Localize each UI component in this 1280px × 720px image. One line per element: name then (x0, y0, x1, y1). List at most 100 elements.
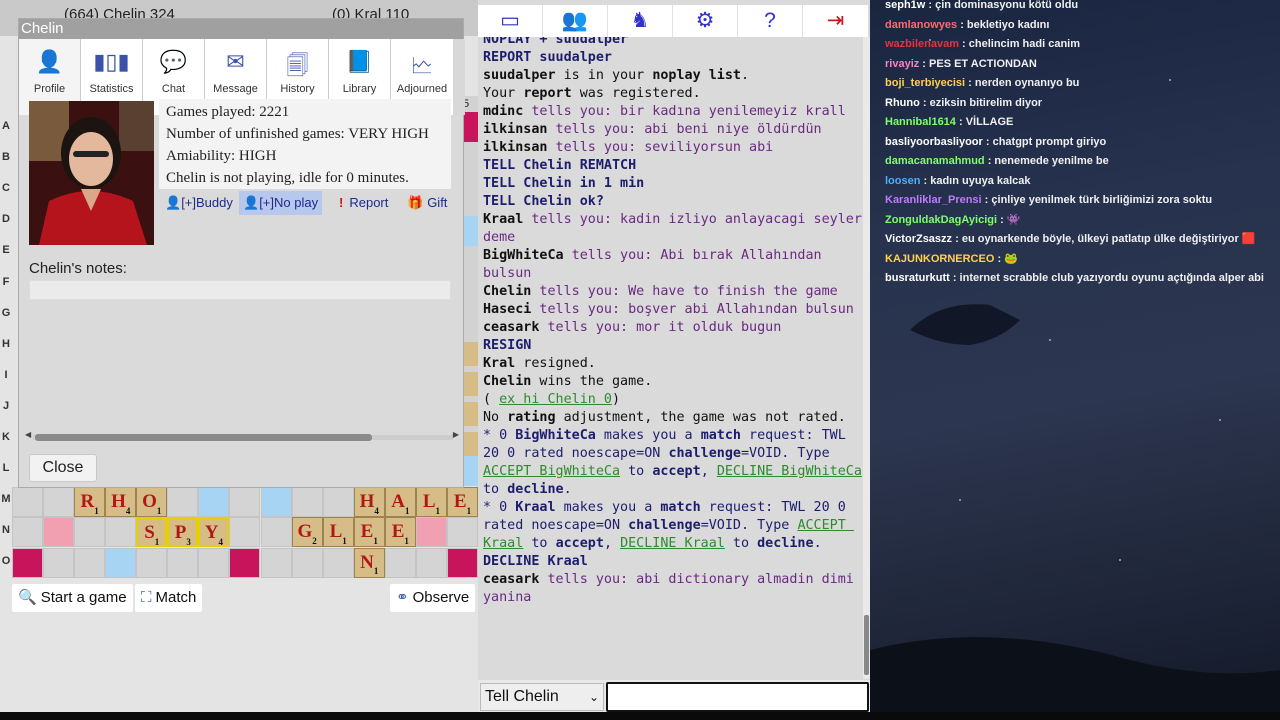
letter-tile: A1 (384, 487, 416, 517)
log-line: BigWhiteCa tells you: Abi bırak Allahınd… (483, 248, 830, 281)
board-cell[interactable] (43, 517, 75, 548)
accept-bigwhiteca-link[interactable]: ACCEPT BigWhiteCa (483, 464, 620, 479)
log-line: ilkinsan tells you: seviliyorsun abi (483, 140, 774, 155)
report-button[interactable]: ! Report (339, 191, 388, 215)
amiability: Amiability: HIGH (166, 148, 277, 164)
board-cell[interactable] (260, 517, 292, 548)
board-cell[interactable] (415, 517, 447, 548)
chat-scrollbar[interactable] (863, 37, 870, 679)
stream-chat-text: : eziksin bitirelim diyor (919, 96, 1043, 109)
report-label: Report (349, 195, 389, 210)
scroll-left-arrow-icon[interactable]: ◀ (25, 430, 31, 439)
board-row-label: O (1, 555, 11, 568)
stream-chat-username: boji_terbiyecisi (885, 77, 966, 89)
board-cell[interactable] (322, 547, 354, 578)
board-row-label: A (2, 120, 10, 132)
scroll-right-arrow-icon[interactable]: ▶ (453, 430, 459, 439)
decline-kraal-link[interactable]: DECLINE Kraal (620, 536, 725, 551)
dialog-horizontal-scrollbar[interactable]: ◀ ▶ (25, 430, 459, 442)
tell-select-value: Tell Chelin (485, 688, 559, 705)
examine-link[interactable]: ex hi Chelin 0 (499, 392, 612, 407)
gear-icon[interactable]: ⚙ (673, 5, 738, 37)
board-cell[interactable] (322, 487, 354, 517)
stream-chat-line: Hannibal1614 : VİLLAGE (885, 113, 1275, 133)
board-cell[interactable] (229, 517, 261, 548)
users-icon[interactable]: 👥 (543, 5, 608, 37)
buddy-button[interactable]: 👤[+]Buddy (165, 191, 233, 215)
window-icon[interactable]: ▭ (478, 5, 543, 37)
board-cell[interactable] (229, 547, 261, 578)
decline-bigwhiteca-link[interactable]: DECLINE BigWhiteCa (717, 464, 862, 479)
board-cell[interactable] (167, 547, 199, 578)
logout-icon[interactable]: ⇥ (803, 5, 868, 37)
documents-icon: 🗐 (286, 53, 309, 78)
board-cell[interactable] (446, 517, 478, 548)
stream-chat-text: : chatgpt prompt giriyo (982, 135, 1107, 148)
tab-label: Statistics (89, 83, 134, 95)
tab-label: Profile (33, 83, 66, 95)
log-line: suudalper is in your noplay list. (483, 68, 750, 83)
board-cell[interactable] (74, 517, 106, 548)
board-cell[interactable] (12, 517, 43, 548)
profile-info: Games played: 2221 Number of unfinished … (159, 99, 451, 189)
board-cell[interactable] (291, 487, 323, 517)
bar-chart-icon: ▮▯▮ (93, 49, 130, 74)
tell-target-select[interactable]: Tell Chelin ⌄ (480, 683, 604, 711)
gift-button[interactable]: 🎁 Gift (407, 191, 447, 215)
stream-chat-text: : nenemede yenilme be (984, 155, 1109, 167)
close-button[interactable]: Close (29, 454, 97, 482)
notes-input[interactable] (29, 280, 451, 300)
log-line: Chelin tells you: We have to finish the … (483, 284, 838, 299)
log-line: Chelin wins the game. (483, 374, 653, 389)
chat-message-input[interactable] (606, 682, 869, 712)
observe-button[interactable]: ⚭ Observe (390, 584, 476, 612)
start-game-button[interactable]: 🔍 Start a game (12, 584, 133, 612)
board-cell[interactable] (74, 547, 106, 578)
log-line: No rating adjustment, the game was not r… (483, 410, 846, 425)
board-cell[interactable] (415, 547, 447, 578)
board-cell[interactable] (260, 487, 292, 517)
board-row-label: M (1, 493, 11, 506)
board-cell[interactable] (12, 547, 43, 578)
board-cell[interactable] (43, 487, 75, 517)
log-line: Kraal tells you: kadin izliyo anlayacagi… (483, 212, 862, 245)
letter-tile: E1 (384, 517, 416, 548)
board-cell[interactable] (260, 547, 292, 578)
horse-icon[interactable]: ♞ (608, 5, 673, 37)
board-cell[interactable] (291, 547, 323, 578)
tab-label: Library (342, 83, 377, 95)
board-cell[interactable] (105, 547, 137, 578)
stream-chat-username: Rhuno (885, 96, 920, 109)
noplay-label: [+]No play (259, 195, 319, 210)
tab-label: Message (213, 83, 258, 95)
board-cell[interactable] (229, 487, 261, 517)
stream-chat-line: Rhuno : eziksin bitirelim diyor (885, 94, 1275, 114)
stream-chat-username: rivayiz (885, 57, 920, 70)
stream-chat-line: busraturkutt : internet scrabble club ya… (885, 269, 1275, 289)
board-cell[interactable] (12, 487, 43, 517)
letter-tile: Y4 (198, 517, 230, 548)
chat-input-row: Tell Chelin ⌄ (478, 680, 870, 712)
board-cell[interactable] (43, 547, 75, 578)
stream-chat-username: seph1w (885, 0, 926, 11)
binoculars-icon: ⚭ (396, 589, 409, 606)
board-cell[interactable] (167, 487, 199, 517)
help-icon[interactable]: ? (738, 5, 803, 37)
board-row-label: K (2, 431, 10, 443)
scrabble-board[interactable]: R1 H4 O1 H4 A1 L1 E1 S1 P3 Y4 G2 L1 E1 E1 N1 (12, 487, 478, 578)
board-cell[interactable] (105, 517, 137, 548)
stream-chat-username: wazbilenavam (885, 38, 959, 50)
board-cell[interactable] (198, 487, 230, 517)
noplay-button[interactable]: 👤[+]No play (239, 191, 323, 215)
board-cell[interactable] (198, 547, 230, 578)
stream-chat-line: ZonguldakDagAyicigi : 👾 (885, 211, 1275, 231)
board-cell[interactable] (384, 547, 416, 578)
board-cell[interactable] (446, 547, 478, 578)
log-line: NOPLAY + suudalper (483, 37, 629, 47)
chat-scroll-thumb[interactable] (864, 615, 869, 675)
scroll-thumb[interactable] (35, 434, 372, 441)
match-button[interactable]: ⛶ Match (135, 584, 203, 612)
gift-label: Gift (427, 195, 448, 210)
board-cell[interactable] (136, 547, 168, 578)
board-row-label: F (2, 275, 10, 288)
